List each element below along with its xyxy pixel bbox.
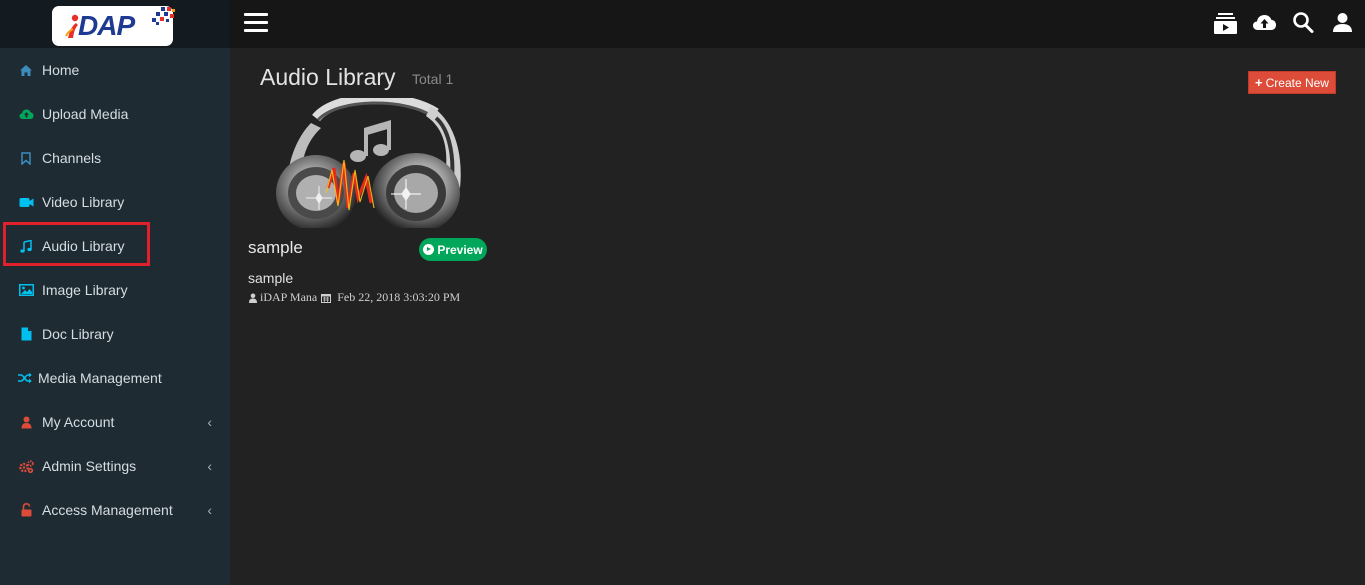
video-camera-icon bbox=[18, 194, 34, 210]
logo-pixels-icon bbox=[152, 7, 175, 25]
search-icon[interactable] bbox=[1291, 11, 1316, 35]
chevron-left-icon: ‹ bbox=[207, 502, 212, 518]
create-new-label: Create New bbox=[1265, 75, 1329, 90]
sidebar-item-audio-library[interactable]: Audio Library bbox=[0, 224, 230, 268]
sidebar-item-label: Audio Library bbox=[42, 238, 125, 254]
sidebar-item-label: Access Management bbox=[42, 502, 173, 518]
sidebar-item-media-management[interactable]: Media Management bbox=[0, 356, 230, 400]
top-navbar: DAP bbox=[0, 0, 1365, 48]
page-subtitle: Total 1 bbox=[412, 71, 454, 87]
page-title: Audio Library bbox=[260, 64, 396, 90]
chevron-left-icon: ‹ bbox=[207, 458, 212, 474]
logo-area: DAP bbox=[0, 0, 230, 48]
user-icon bbox=[18, 414, 34, 430]
sidebar-item-label: Home bbox=[42, 62, 80, 78]
sidebar-item-channels[interactable]: Channels bbox=[0, 136, 230, 180]
random-icon bbox=[16, 370, 32, 386]
image-icon bbox=[18, 282, 34, 298]
media-meta: iDAP Mana Feb 22, 2018 3:03:20 PM bbox=[248, 290, 460, 305]
preview-label: Preview bbox=[437, 242, 483, 257]
playlist-icon[interactable] bbox=[1213, 11, 1238, 35]
audio-thumbnail[interactable] bbox=[276, 98, 464, 228]
cogs-icon bbox=[18, 458, 34, 474]
cloud-upload-icon bbox=[18, 106, 34, 122]
sidebar-item-label: My Account bbox=[42, 414, 115, 430]
calendar-icon bbox=[321, 293, 332, 303]
sidebar-item-access-management[interactable]: Access Management ‹ bbox=[0, 488, 230, 532]
preview-button[interactable]: Preview bbox=[419, 238, 487, 261]
plus-icon: + bbox=[1255, 75, 1263, 90]
main-content: Audio Library Total 1 + Create New sampl… bbox=[230, 48, 1365, 585]
document-icon bbox=[18, 326, 34, 342]
sidebar-item-label: Upload Media bbox=[42, 106, 129, 122]
sidebar-item-my-account[interactable]: My Account ‹ bbox=[0, 400, 230, 444]
sidebar-item-upload-media[interactable]: Upload Media bbox=[0, 92, 230, 136]
sidebar-item-label: Video Library bbox=[42, 194, 125, 210]
hamburger-bar bbox=[244, 29, 268, 32]
hamburger-bar bbox=[244, 21, 268, 24]
media-description: sample bbox=[248, 270, 294, 286]
play-circle-icon bbox=[423, 244, 435, 255]
cloud-upload-icon[interactable] bbox=[1252, 11, 1277, 35]
sidebar-item-label: Channels bbox=[42, 150, 102, 166]
sidebar-item-admin-settings[interactable]: Admin Settings ‹ bbox=[0, 444, 230, 488]
user-icon bbox=[249, 293, 257, 303]
sidebar-toggle-button[interactable] bbox=[244, 13, 268, 33]
sidebar-item-label: Media Management bbox=[38, 370, 162, 386]
hamburger-bar bbox=[244, 13, 268, 16]
unlock-icon bbox=[18, 502, 34, 518]
bookmark-icon bbox=[18, 150, 34, 166]
sidebar: Home Upload Media Channels Video Library… bbox=[0, 48, 230, 585]
sidebar-item-label: Admin Settings bbox=[42, 458, 137, 474]
logo-text: DAP bbox=[78, 10, 135, 41]
home-icon bbox=[18, 62, 34, 78]
sidebar-item-image-library[interactable]: Image Library bbox=[0, 268, 230, 312]
media-date: Feb 22, 2018 3:03:20 PM bbox=[337, 290, 461, 304]
sidebar-item-video-library[interactable]: Video Library bbox=[0, 180, 230, 224]
media-owner: iDAP Mana bbox=[260, 290, 318, 304]
user-icon[interactable] bbox=[1330, 11, 1355, 35]
sidebar-item-label: Doc Library bbox=[42, 326, 114, 342]
sidebar-item-home[interactable]: Home bbox=[0, 48, 230, 92]
top-icons bbox=[1213, 11, 1355, 35]
sidebar-item-doc-library[interactable]: Doc Library bbox=[0, 312, 230, 356]
create-new-button[interactable]: + Create New bbox=[1248, 71, 1336, 94]
media-title[interactable]: sample bbox=[248, 238, 303, 258]
music-icon bbox=[18, 238, 34, 254]
brand-logo[interactable]: DAP bbox=[52, 6, 175, 46]
app-window: DAP Home Upload Media Channels Video Lib… bbox=[0, 0, 1365, 585]
chevron-left-icon: ‹ bbox=[207, 414, 212, 430]
sidebar-item-label: Image Library bbox=[42, 282, 128, 298]
